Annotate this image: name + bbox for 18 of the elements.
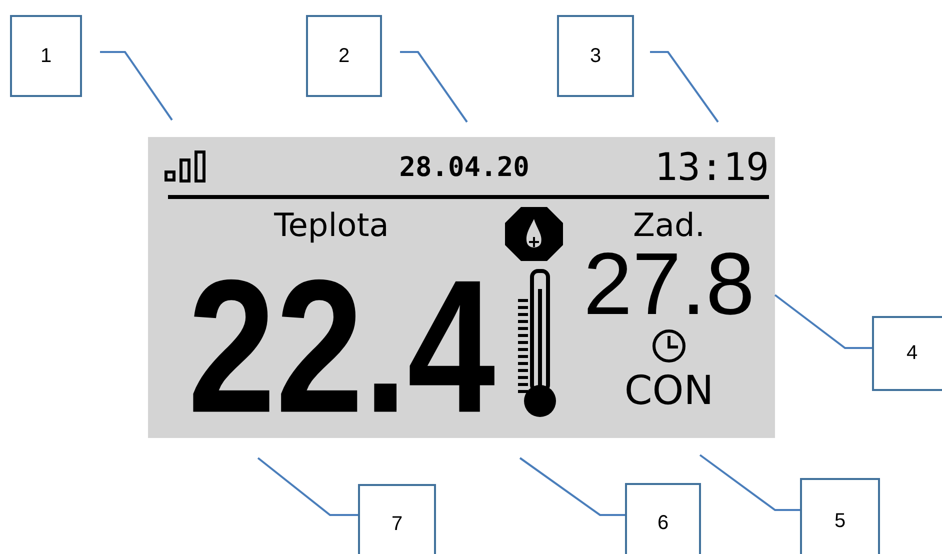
callout-number: 2 [306,15,382,97]
setpoint-value: 27.8 [583,245,755,323]
callout-number: 5 [800,478,880,554]
mode-text: CON [624,369,714,413]
callout-number: 3 [557,15,634,97]
setpoint-label: Zad. [632,205,705,245]
date-text: 28.04.20 [398,152,530,182]
leader-line [650,51,719,123]
temperature-label: Teplota [274,205,389,245]
callout-number: 6 [625,483,701,554]
callout-number: 1 [10,15,82,97]
leader-line [400,51,468,123]
time-text: 13:19 [654,145,769,189]
clock-icon [650,327,688,365]
flame-icon [503,205,565,263]
callout-number: 7 [358,484,436,554]
temperature-value: 22.4 [188,263,496,431]
callout-number: 4 [872,316,942,391]
